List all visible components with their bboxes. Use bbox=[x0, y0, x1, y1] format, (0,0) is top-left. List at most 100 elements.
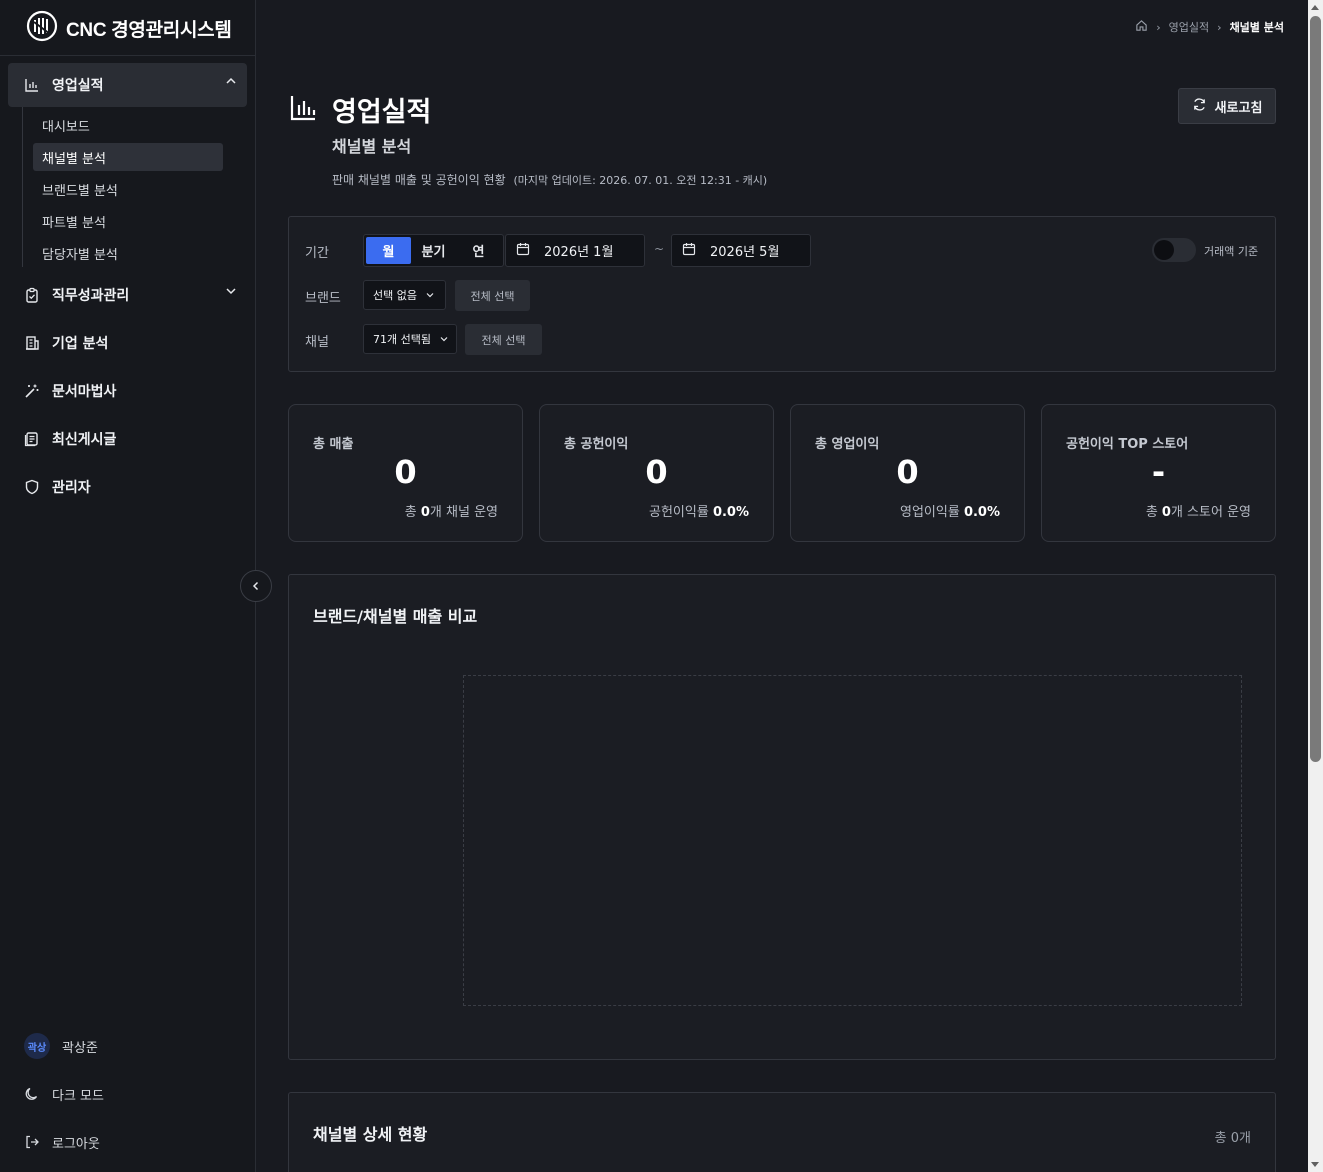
period-month-button[interactable]: 월 bbox=[366, 237, 411, 264]
sidebar-item-sales[interactable]: 영업실적 bbox=[8, 63, 247, 107]
sidebar-item-company-analysis[interactable]: 기업 분석 bbox=[8, 321, 247, 365]
channel-detail-card: 채널별 상세 현황 총 0개 bbox=[288, 1092, 1276, 1172]
logout-button[interactable]: 로그아웃 bbox=[24, 1126, 234, 1158]
stat-label: 총 매출 bbox=[313, 437, 354, 452]
refresh-icon bbox=[1192, 97, 1207, 116]
sidebar-nav: 영업실적 대시보드 채널별 분석 브랜드별 분석 파트별 분석 담당자별 분석 … bbox=[8, 63, 247, 513]
document-list-icon bbox=[24, 431, 40, 447]
sidebar-item-admin[interactable]: 관리자 bbox=[8, 465, 247, 509]
period-segmented-control: 월 분기 연 bbox=[363, 234, 504, 267]
sidebar-item-label: 관리자 bbox=[52, 480, 91, 496]
page-scrollbar[interactable] bbox=[1308, 0, 1323, 1172]
sidebar-subitem-brand-analysis[interactable]: 브랜드별 분석 bbox=[33, 175, 223, 203]
period-year-button[interactable]: 연 bbox=[456, 237, 501, 264]
refresh-button[interactable]: 새로고침 bbox=[1178, 88, 1276, 124]
filter-panel: 기간 월 분기 연 2026년 1월 ~ 2026년 5월 거래액 기준 브랜드… bbox=[288, 216, 1276, 372]
last-updated: (마지막 업데이트: 2026. 07. 01. 오전 12:31 - 캐시) bbox=[513, 174, 768, 187]
sidebar-item-document-wizard[interactable]: 문서마법사 bbox=[8, 369, 247, 413]
page-header: 영업실적 채널별 분석 판매 채널별 매출 및 공헌이익 현황 (마지막 업데이… bbox=[289, 90, 767, 188]
transaction-basis-label: 거래액 기준 bbox=[1204, 245, 1259, 258]
sidebar-subitem-dashboard[interactable]: 대시보드 bbox=[33, 111, 223, 139]
channel-select-all-button[interactable]: 전체 선택 bbox=[465, 324, 542, 355]
channel-dropdown[interactable]: 71개 선택됨 bbox=[363, 324, 457, 354]
brand-channel-sales-chart-card: 브랜드/채널별 매출 비교 bbox=[288, 574, 1276, 1060]
brand-dropdown-value: 선택 없음 bbox=[373, 289, 417, 302]
stat-card-total-sales: 총 매출 0 총 0개 채널 운영 bbox=[288, 404, 523, 542]
user-profile[interactable]: 곽상 곽상준 bbox=[24, 1030, 234, 1062]
calendar-icon bbox=[682, 242, 696, 260]
stat-sub: 공헌이익률 0.0% bbox=[649, 505, 749, 520]
date-to-picker[interactable]: 2026년 5월 bbox=[671, 234, 811, 267]
refresh-label: 새로고침 bbox=[1214, 100, 1263, 116]
transaction-basis-toggle[interactable] bbox=[1152, 238, 1196, 262]
stat-value: 0 bbox=[896, 453, 919, 491]
clipboard-check-icon bbox=[24, 287, 40, 303]
stat-sub: 총 0개 스토어 운영 bbox=[1145, 505, 1251, 520]
stat-card-operating-profit: 총 영업이익 0 영업이익률 0.0% bbox=[790, 404, 1025, 542]
chart-title: 브랜드/채널별 매출 비교 bbox=[313, 607, 478, 626]
stat-sub: 총 0개 채널 운영 bbox=[404, 505, 498, 520]
sidebar-divider bbox=[0, 55, 255, 56]
chart-plot-area bbox=[463, 675, 1242, 1006]
toggle-knob bbox=[1154, 240, 1174, 260]
sidebar-item-latest-posts[interactable]: 최신게시글 bbox=[8, 417, 247, 461]
sidebar-subitem-channel-analysis[interactable]: 채널별 분석 bbox=[33, 143, 223, 171]
magic-wand-icon bbox=[24, 383, 40, 399]
sidebar-subitem-manager-analysis[interactable]: 담당자별 분석 bbox=[33, 239, 223, 267]
bar-chart-icon bbox=[24, 77, 40, 93]
page-description: 판매 채널별 매출 및 공헌이익 현황 (마지막 업데이트: 2026. 07.… bbox=[332, 171, 767, 188]
sidebar-item-label: 영업실적 bbox=[52, 78, 104, 94]
scroll-up-icon[interactable] bbox=[1311, 5, 1319, 10]
stat-sub: 영업이익률 0.0% bbox=[900, 505, 1000, 520]
sidebar-item-label: 기업 분석 bbox=[52, 336, 109, 352]
breadcrumb: › 영업실적 › 채널별 분석 bbox=[1135, 19, 1284, 35]
sidebar-item-label: 최신게시글 bbox=[52, 432, 117, 448]
sidebar-subitem-part-analysis[interactable]: 파트별 분석 bbox=[33, 207, 223, 235]
logout-icon bbox=[24, 1134, 40, 1150]
date-from-picker[interactable]: 2026년 1월 bbox=[505, 234, 645, 267]
breadcrumb-item[interactable]: 영업실적 bbox=[1169, 19, 1209, 35]
logout-label: 로그아웃 bbox=[52, 1136, 100, 1152]
home-icon[interactable] bbox=[1135, 19, 1148, 35]
app-logo[interactable]: CNC 경영관리시스템 bbox=[26, 10, 232, 44]
bar-chart-icon bbox=[289, 93, 318, 126]
chevron-up-icon bbox=[226, 77, 236, 84]
breadcrumb-separator-icon: › bbox=[1156, 20, 1161, 34]
stat-label: 총 공헌이익 bbox=[564, 437, 629, 452]
date-separator: ~ bbox=[654, 242, 665, 256]
breadcrumb-separator-icon: › bbox=[1217, 20, 1222, 34]
page-subtitle: 채널별 분석 bbox=[332, 137, 412, 156]
period-quarter-button[interactable]: 분기 bbox=[411, 237, 456, 264]
sidebar-item-label: 문서마법사 bbox=[52, 384, 117, 400]
sales-submenu: 대시보드 채널별 분석 브랜드별 분석 파트별 분석 담당자별 분석 bbox=[22, 107, 247, 267]
channel-dropdown-value: 71개 선택됨 bbox=[373, 333, 431, 346]
main-content: › 영업실적 › 채널별 분석 영업실적 채널별 분석 판매 채널별 매출 및 … bbox=[256, 0, 1308, 1172]
stat-value: 0 bbox=[645, 453, 668, 491]
period-label: 기간 bbox=[305, 246, 329, 261]
stat-value: 0 bbox=[394, 453, 417, 491]
stat-value: - bbox=[1151, 453, 1166, 491]
app-title: CNC 경영관리시스템 bbox=[66, 19, 232, 41]
date-to-value: 2026년 5월 bbox=[710, 245, 780, 260]
avatar: 곽상 bbox=[24, 1033, 50, 1059]
shield-icon bbox=[24, 479, 40, 495]
brand-select-all-button[interactable]: 전체 선택 bbox=[455, 280, 530, 311]
chevron-down-icon bbox=[226, 288, 236, 295]
sidebar-collapse-button[interactable] bbox=[240, 570, 272, 602]
description-text: 판매 채널별 매출 및 공헌이익 현황 bbox=[332, 173, 506, 187]
dark-mode-toggle[interactable]: 다크 모드 bbox=[24, 1078, 234, 1110]
sidebar-item-job-performance[interactable]: 직무성과관리 bbox=[8, 273, 247, 317]
dark-mode-label: 다크 모드 bbox=[52, 1088, 104, 1104]
calendar-icon bbox=[516, 242, 530, 260]
chevron-left-icon bbox=[252, 581, 259, 591]
page-title: 영업실적 bbox=[332, 97, 432, 128]
stat-card-top-store: 공헌이익 TOP 스토어 - 총 0개 스토어 운영 bbox=[1041, 404, 1276, 542]
brand-dropdown[interactable]: 선택 없음 bbox=[363, 280, 446, 310]
sidebar-footer: 곽상 곽상준 다크 모드 로그아웃 bbox=[24, 1030, 234, 1172]
sidebar: CNC 경영관리시스템 영업실적 대시보드 채널별 분석 브랜드별 분석 파트별… bbox=[0, 0, 256, 1172]
chevron-down-icon bbox=[440, 337, 448, 342]
brand-label: 브랜드 bbox=[305, 291, 341, 306]
breadcrumb-current: 채널별 분석 bbox=[1229, 21, 1284, 34]
scroll-thumb[interactable] bbox=[1310, 16, 1321, 762]
scroll-down-icon[interactable] bbox=[1311, 1162, 1319, 1167]
